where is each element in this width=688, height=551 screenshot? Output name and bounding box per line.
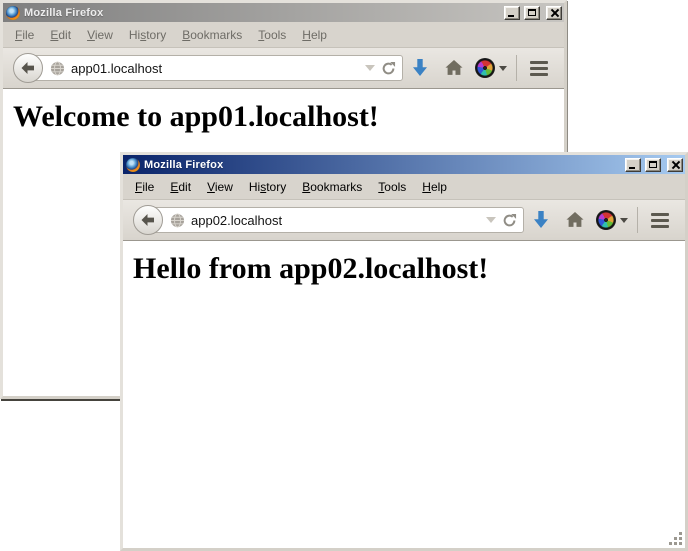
globe-icon (50, 61, 65, 76)
url-text: app02.localhost (191, 213, 480, 228)
addon-button[interactable] (471, 53, 511, 83)
download-arrow-icon (533, 211, 549, 229)
toolbar-separator (637, 207, 638, 233)
maximize-icon (649, 161, 657, 168)
color-wheel-icon (475, 58, 495, 78)
menu-item-tools[interactable]: Tools (250, 25, 294, 45)
minimize-button[interactable] (625, 158, 641, 172)
url-bar[interactable]: app02.localhost (145, 207, 524, 233)
menu-item-help[interactable]: Help (414, 177, 455, 197)
window-title: Mozilla Firefox (144, 159, 621, 171)
menu-item-edit[interactable]: Edit (162, 177, 199, 197)
menu-item-bookmarks[interactable]: Bookmarks (174, 25, 250, 45)
home-icon (566, 212, 584, 228)
minimize-icon (629, 167, 635, 169)
menu-panel-button[interactable] (643, 205, 677, 235)
resize-grip[interactable] (669, 532, 683, 546)
resize-grip-dots (669, 532, 672, 535)
addon-button[interactable] (592, 205, 632, 235)
page-heading: Welcome to app01.localhost! (13, 100, 564, 134)
page-content-app02: Hello from app02.localhost! (123, 241, 685, 548)
page-heading: Hello from app02.localhost! (133, 252, 685, 286)
back-button[interactable] (133, 205, 163, 235)
close-button[interactable] (546, 6, 562, 20)
reload-icon[interactable] (381, 61, 396, 76)
firefox-logo-icon (126, 158, 140, 172)
home-button[interactable] (437, 53, 471, 83)
maximize-button[interactable] (645, 158, 661, 172)
back-arrow-icon (140, 212, 156, 228)
urlbar-dropdown-icon[interactable] (486, 217, 496, 223)
url-text: app01.localhost (71, 61, 359, 76)
minimize-button[interactable] (504, 6, 520, 20)
firefox-logo-icon (6, 6, 20, 20)
close-icon (550, 8, 559, 17)
maximize-icon (528, 9, 536, 16)
downloads-button[interactable] (403, 53, 437, 83)
menu-item-file[interactable]: File (127, 177, 162, 197)
chevron-down-icon (620, 218, 628, 223)
menu-item-tools[interactable]: Tools (370, 177, 414, 197)
window-title: Mozilla Firefox (24, 7, 500, 19)
navigation-toolbar: app02.localhost (123, 200, 685, 241)
menu-item-view[interactable]: View (199, 177, 241, 197)
desktop: Mozilla Firefox File Edit View History B… (0, 0, 688, 551)
back-arrow-icon (20, 60, 36, 76)
color-wheel-icon (596, 210, 616, 230)
close-button[interactable] (667, 158, 683, 172)
menu-panel-button[interactable] (522, 53, 556, 83)
downloads-button[interactable] (524, 205, 558, 235)
maximize-button[interactable] (524, 6, 540, 20)
menu-item-help[interactable]: Help (294, 25, 335, 45)
urlbar-dropdown-icon[interactable] (365, 65, 375, 71)
globe-icon (170, 213, 185, 228)
menu-bar: File Edit View History Bookmarks Tools H… (123, 174, 685, 200)
hamburger-icon (530, 61, 548, 64)
menu-item-view[interactable]: View (79, 25, 121, 45)
reload-icon[interactable] (502, 213, 517, 228)
url-bar[interactable]: app01.localhost (25, 55, 403, 81)
titlebar[interactable]: Mozilla Firefox (3, 3, 564, 22)
browser-window-app02: Mozilla Firefox File Edit View History B… (120, 152, 688, 551)
menu-item-history[interactable]: History (121, 25, 174, 45)
menu-item-file[interactable]: File (7, 25, 42, 45)
menu-item-bookmarks[interactable]: Bookmarks (294, 177, 370, 197)
toolbar-separator (516, 55, 517, 81)
minimize-icon (508, 15, 514, 17)
back-button[interactable] (13, 53, 43, 83)
menu-bar: File Edit View History Bookmarks Tools H… (3, 22, 564, 48)
hamburger-icon (651, 213, 669, 216)
home-icon (445, 60, 463, 76)
home-button[interactable] (558, 205, 592, 235)
chevron-down-icon (499, 66, 507, 71)
menu-item-edit[interactable]: Edit (42, 25, 79, 45)
menu-item-history[interactable]: History (241, 177, 294, 197)
close-icon (671, 160, 680, 169)
titlebar[interactable]: Mozilla Firefox (123, 155, 685, 174)
download-arrow-icon (412, 59, 428, 77)
navigation-toolbar: app01.localhost (3, 48, 564, 89)
